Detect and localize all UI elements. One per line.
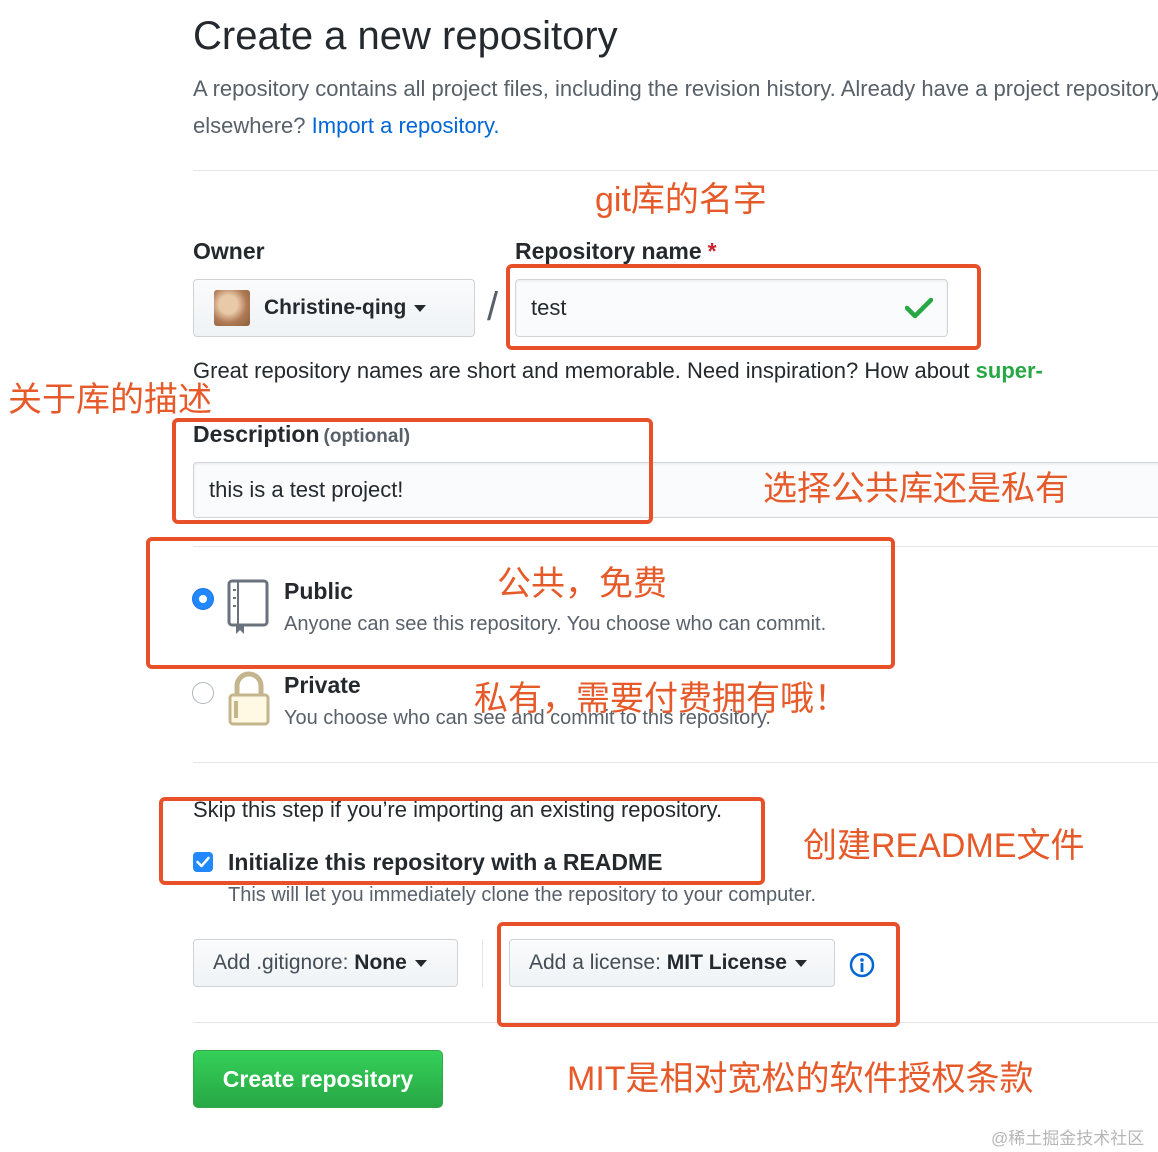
vertical-divider — [482, 939, 483, 987]
import-repository-link[interactable]: Import a repository. — [312, 113, 500, 138]
hint-text: Great repository names are short and mem… — [193, 358, 970, 383]
gitignore-select[interactable]: Add .gitignore: None — [193, 939, 458, 987]
subtitle-text: A repository contains all project files,… — [193, 76, 1158, 101]
annotation-readme: 创建README文件 — [803, 827, 1085, 865]
repo-name-label: Repository name * — [515, 238, 717, 265]
owner-name: Christine-qing — [264, 296, 407, 319]
name-suggestion[interactable]: super- — [976, 358, 1043, 383]
repo-name-label-text: Repository name — [515, 238, 702, 264]
gitignore-value: None — [354, 951, 407, 974]
annotation-public: 公共，免费 — [497, 565, 667, 603]
owner-label: Owner — [193, 238, 265, 264]
gitignore-prefix: Add .gitignore: — [213, 951, 349, 974]
watermark: @稀土掘金技术社区 — [991, 1129, 1145, 1148]
annotation-license: MIT是相对宽松的软件授权条款 — [567, 1060, 1034, 1098]
private-title: Private — [284, 672, 361, 698]
subtitle-line2: elsewhere? — [193, 113, 306, 138]
annotation-box-license — [497, 922, 900, 1027]
page-title: Create a new repository — [193, 14, 618, 58]
annotation-box-repo-name — [506, 264, 981, 350]
divider — [193, 762, 1158, 763]
owner-select[interactable]: Christine-qing — [193, 279, 475, 337]
slash-separator: / — [487, 285, 499, 329]
annotation-private: 私有，需要付费拥有哦！ — [474, 680, 848, 718]
readme-desc: This will let you immediately clone the … — [228, 884, 817, 906]
annotation-description: 关于库的描述 — [8, 381, 212, 419]
annotation-box-description — [172, 418, 653, 524]
divider — [193, 170, 1158, 171]
chevron-down-icon — [414, 304, 427, 312]
avatar — [214, 290, 250, 326]
private-radio[interactable] — [192, 682, 214, 704]
lock-icon — [226, 670, 272, 733]
annotation-repo-name: git库的名字 — [595, 181, 767, 219]
annotation-box-readme — [159, 797, 765, 885]
create-repository-button[interactable]: Create repository — [193, 1050, 443, 1108]
chevron-down-icon — [414, 959, 427, 967]
page-subtitle: A repository contains all project files,… — [193, 70, 1158, 144]
annotation-visibility: 选择公共库还是私有 — [763, 470, 1069, 508]
repo-name-hint: Great repository names are short and mem… — [193, 358, 1158, 384]
required-mark: * — [707, 238, 717, 264]
